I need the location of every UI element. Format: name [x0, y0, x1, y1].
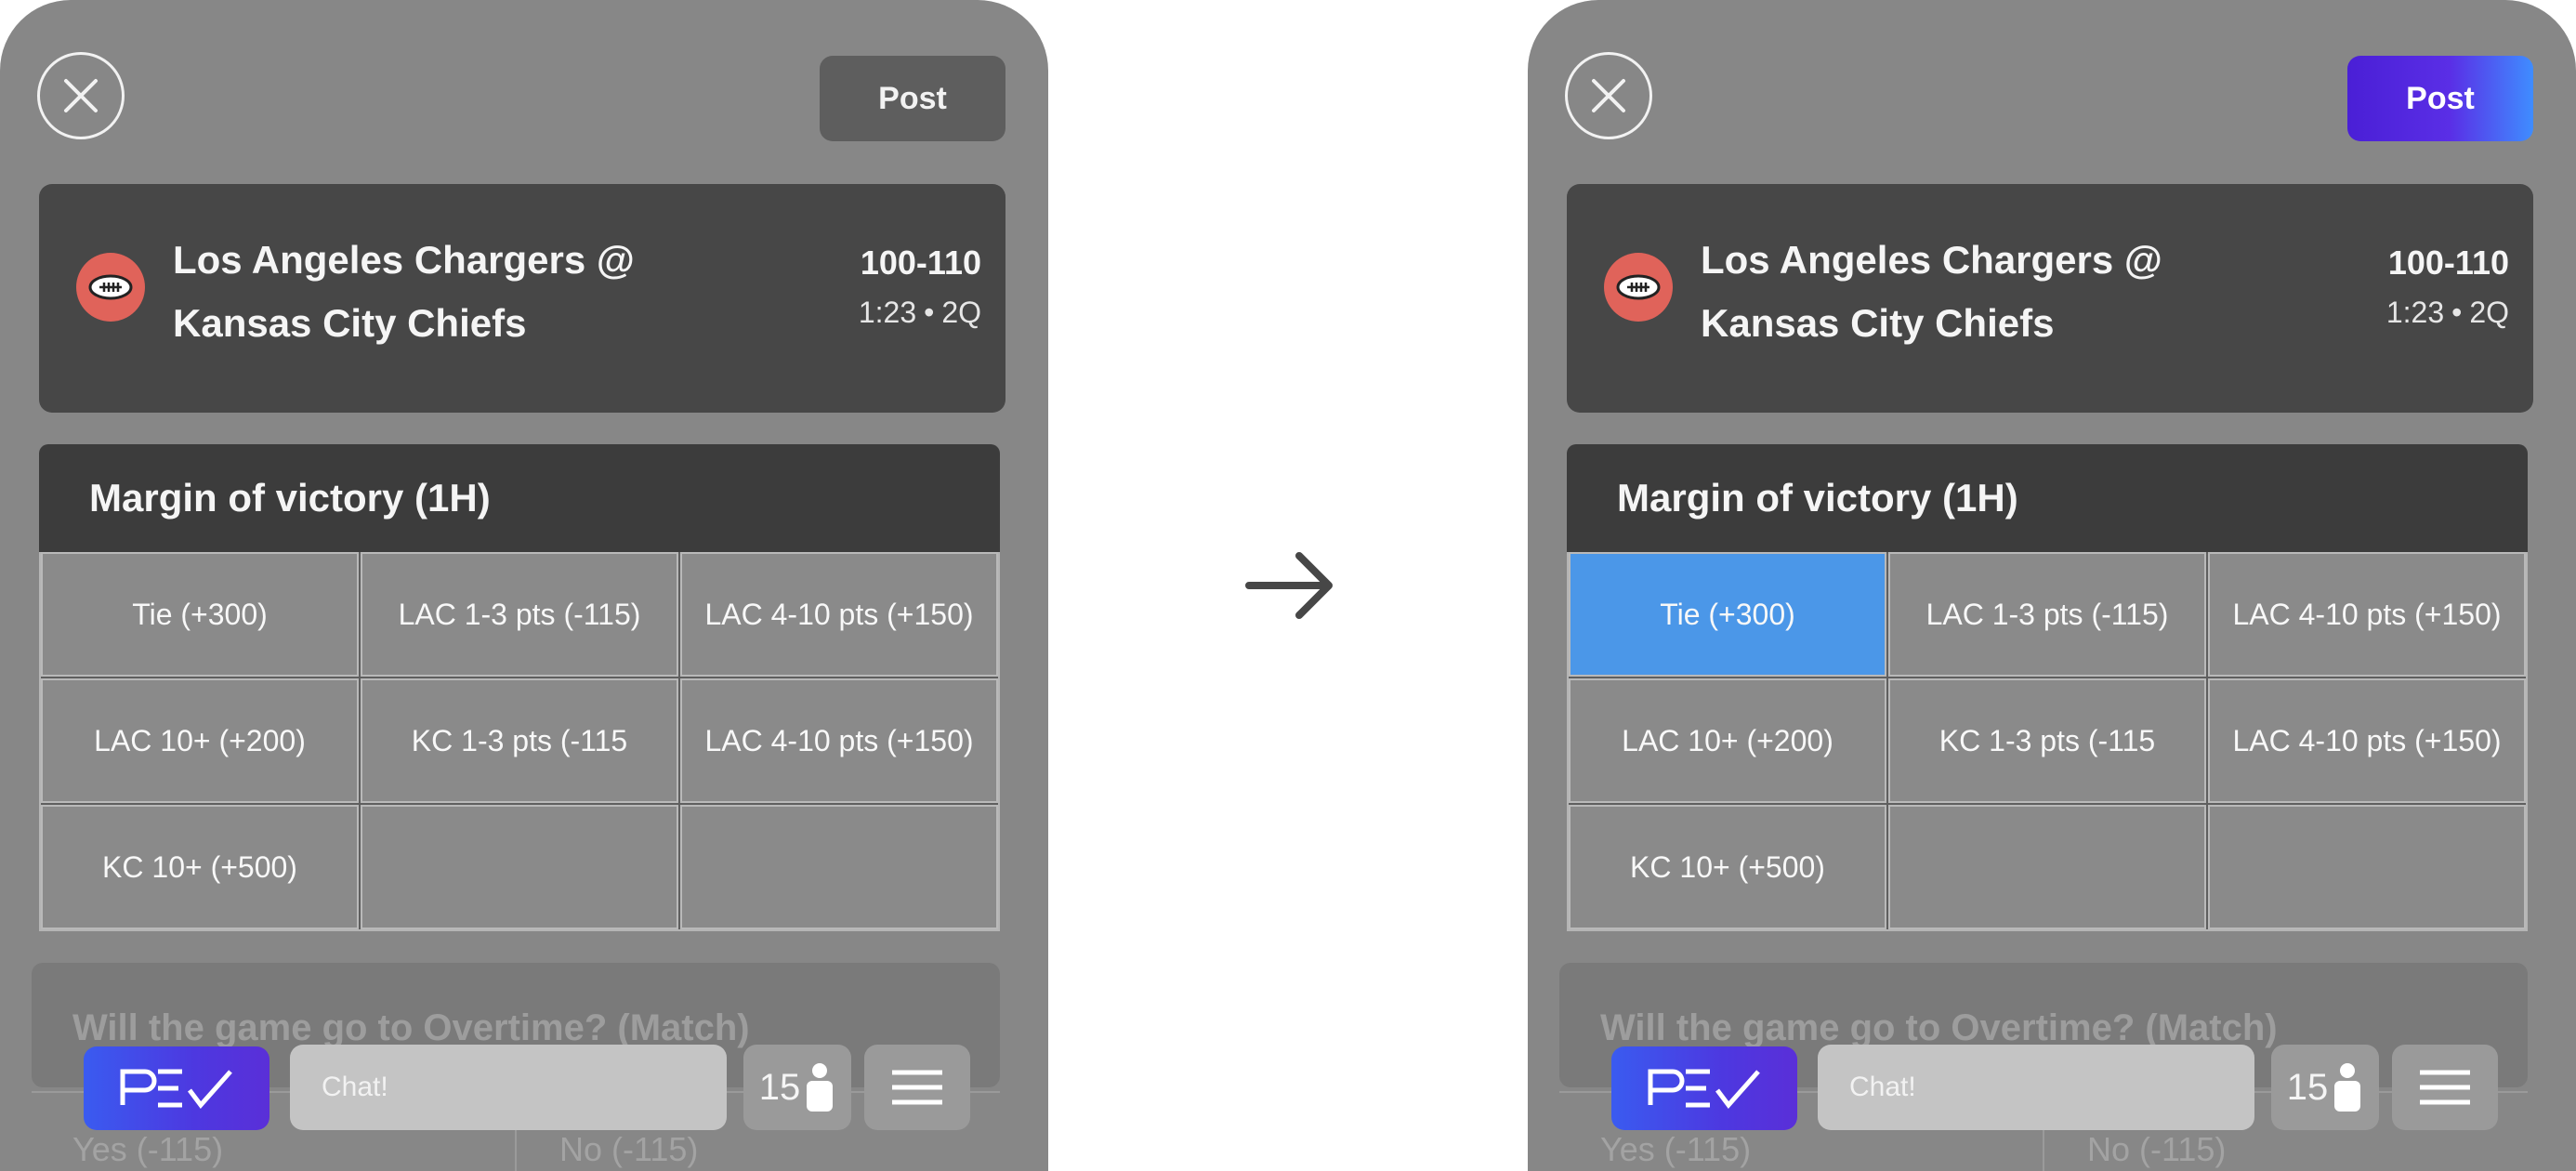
app-logo-button[interactable] [84, 1046, 269, 1130]
game-clock: 1:23 • 2Q [859, 296, 981, 330]
game-quarter: 2Q [941, 296, 981, 329]
football-icon [1604, 253, 1673, 322]
market-options-grid: Tie (+300) LAC 1-3 pts (-115) LAC 4-10 p… [39, 552, 1000, 931]
football-icon [76, 253, 145, 322]
market-margin-of-victory: Margin of victory (1H) Tie (+300) LAC 1-… [1567, 444, 2528, 931]
market-option[interactable]: Tie (+300) [41, 552, 359, 677]
matchup-line1: Los Angeles Chargers @ [173, 238, 635, 282]
market-option[interactable]: LAC 10+ (+200) [41, 678, 359, 803]
market-margin-of-victory: Margin of victory (1H) Tie (+300) LAC 1-… [39, 444, 1000, 931]
game-time: 1:23 [2385, 296, 2445, 329]
market2-title: Will the game go to Overtime? (Match) [1600, 1007, 2278, 1048]
market-title: Margin of victory (1H) [1567, 444, 2528, 552]
menu-button[interactable] [864, 1045, 970, 1130]
viewer-count-button[interactable]: 15 [743, 1045, 851, 1130]
market-option[interactable]: LAC 1-3 pts (-115) [1888, 552, 2206, 677]
matchup-line1: Los Angeles Chargers @ [1701, 238, 2162, 282]
clock-separator: • [924, 296, 935, 329]
market-option[interactable]: LAC 4-10 pts (+150) [2208, 678, 2526, 803]
market-option-selected[interactable]: Tie (+300) [1569, 552, 1886, 677]
chat-input[interactable] [1818, 1045, 2254, 1130]
market-option[interactable]: LAC 4-10 pts (+150) [2208, 552, 2526, 677]
app-logo-icon [1648, 1069, 1760, 1109]
game-card: Los Angeles Chargers @ Kansas City Chief… [1567, 184, 2533, 413]
app-logo-button[interactable] [1611, 1046, 1797, 1130]
close-button[interactable] [37, 52, 125, 139]
matchup-line2: Kansas City Chiefs [1701, 301, 2055, 345]
game-time: 1:23 [858, 296, 917, 329]
overtime-option-no[interactable]: No (-115) [559, 1130, 698, 1169]
close-button[interactable] [1565, 52, 1652, 139]
chat-input[interactable] [290, 1045, 727, 1130]
market-option-empty [1888, 805, 2206, 929]
game-clock: 1:23 • 2Q [2386, 296, 2509, 330]
market-option[interactable]: LAC 1-3 pts (-115) [361, 552, 678, 677]
market-option[interactable]: KC 10+ (+500) [41, 805, 359, 929]
close-icon [1592, 79, 1625, 112]
post-button[interactable]: Post [820, 56, 1005, 141]
market-option-empty [361, 805, 678, 929]
market-option-empty [2208, 805, 2526, 929]
score: 100-110 [2387, 243, 2509, 282]
viewer-count-button[interactable]: 15 [2271, 1045, 2379, 1130]
market-option-empty [680, 805, 998, 929]
post-button[interactable]: Post [2347, 56, 2533, 141]
market-option[interactable]: KC 1-3 pts (-115 [361, 678, 678, 803]
market-option[interactable]: KC 1-3 pts (-115 [1888, 678, 2206, 803]
game-card: Los Angeles Chargers @ Kansas City Chief… [39, 184, 1005, 413]
person-icon [2334, 1063, 2361, 1112]
market2-title: Will the game go to Overtime? (Match) [72, 1007, 750, 1048]
score: 100-110 [860, 243, 981, 282]
arrow-right-icon [1245, 552, 1333, 619]
market-option[interactable]: LAC 10+ (+200) [1569, 678, 1886, 803]
game-quarter: 2Q [2469, 296, 2509, 329]
app-logo-icon [120, 1069, 232, 1109]
person-icon [807, 1063, 834, 1112]
overtime-option-no[interactable]: No (-115) [2087, 1130, 2226, 1169]
market-title: Margin of victory (1H) [39, 444, 1000, 552]
bottom-bar: 15 [84, 1045, 970, 1130]
overtime-option-yes[interactable]: Yes (-115) [72, 1130, 223, 1169]
hamburger-menu-icon [2420, 1070, 2470, 1105]
market-option[interactable]: KC 10+ (+500) [1569, 805, 1886, 929]
hamburger-menu-icon [892, 1070, 942, 1105]
bottom-bar: 15 [1611, 1045, 2498, 1130]
matchup-title: Los Angeles Chargers @ Kansas City Chief… [1701, 229, 2221, 355]
matchup-line2: Kansas City Chiefs [173, 301, 527, 345]
viewer-count: 15 [2286, 1066, 2329, 1108]
phone-screen-after: Post Los Angeles Chargers @ Kansas City … [1528, 0, 2576, 1171]
market-option[interactable]: LAC 4-10 pts (+150) [680, 552, 998, 677]
phone-screen-before: Post Los Angeles Chargers @ Kansas City … [0, 0, 1048, 1171]
menu-button[interactable] [2392, 1045, 2498, 1130]
overtime-option-yes[interactable]: Yes (-115) [1600, 1130, 1751, 1169]
clock-separator: • [2451, 296, 2463, 329]
market-option[interactable]: LAC 4-10 pts (+150) [680, 678, 998, 803]
matchup-title: Los Angeles Chargers @ Kansas City Chief… [173, 229, 693, 355]
market-options-grid: Tie (+300) LAC 1-3 pts (-115) LAC 4-10 p… [1567, 552, 2528, 931]
viewer-count: 15 [758, 1066, 801, 1108]
close-icon [64, 79, 98, 112]
